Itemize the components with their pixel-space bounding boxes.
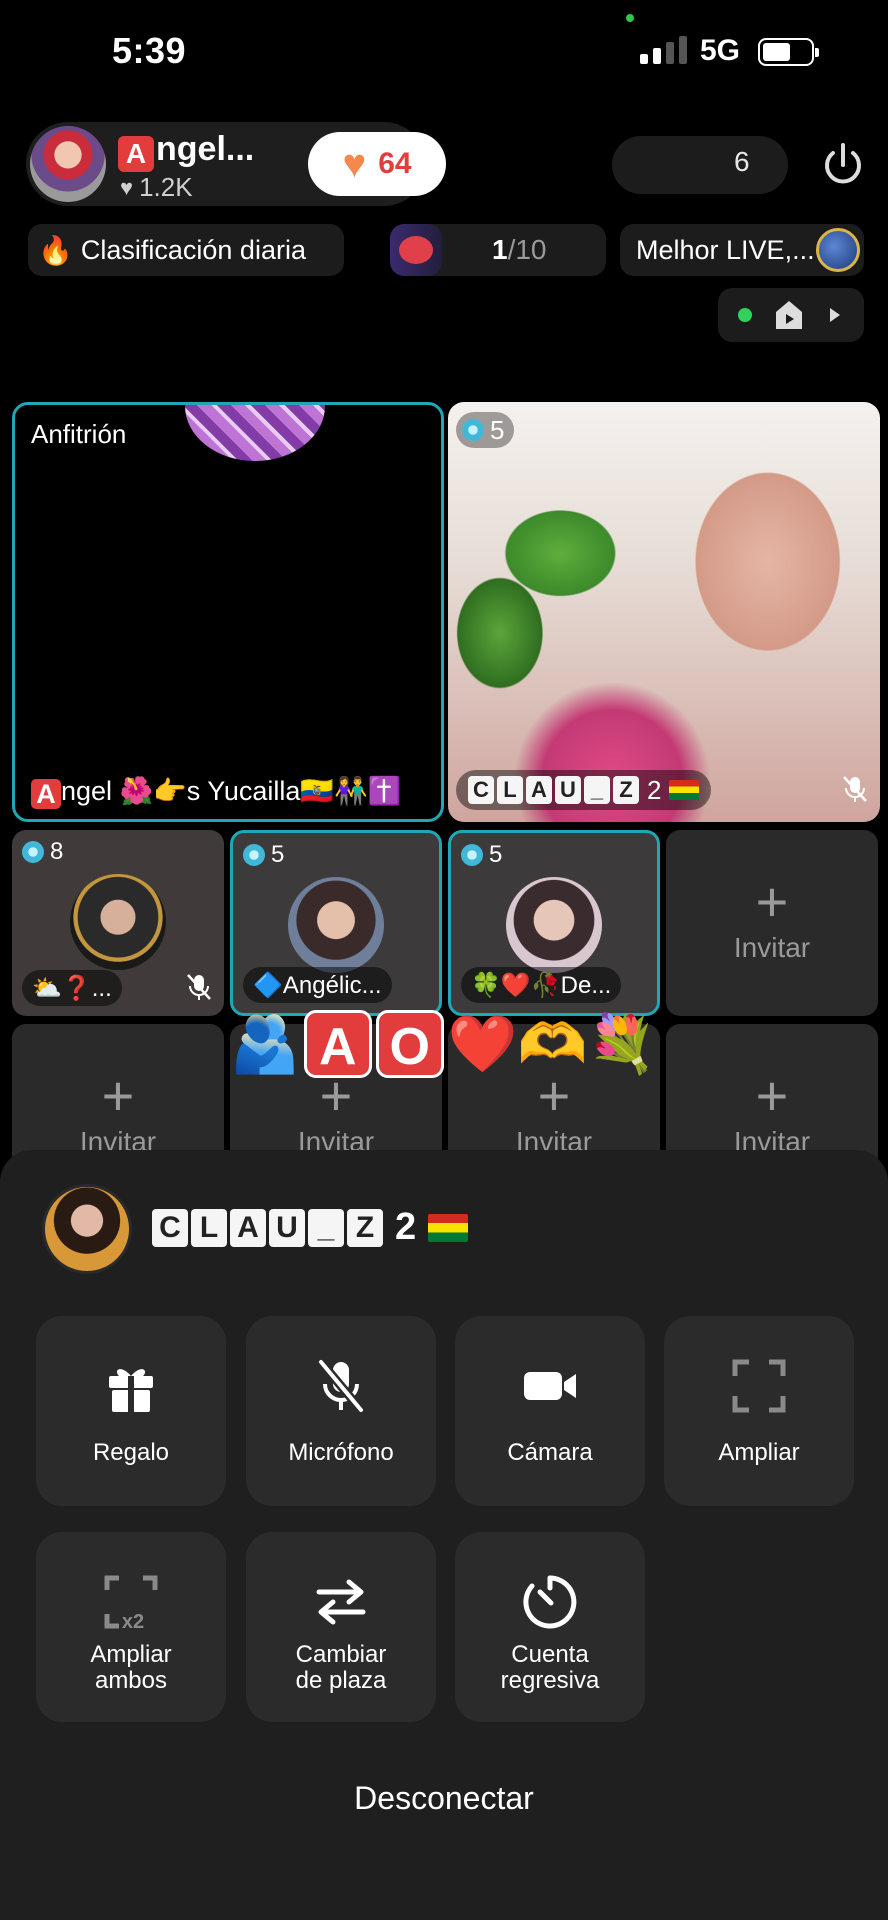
- fan-heart-icon: ♥: [342, 142, 367, 186]
- bolivia-flag-icon: [428, 1213, 469, 1242]
- seat-name: 🔷Angélic...: [243, 967, 392, 1003]
- best-live-label: Melhor LIVE,...: [636, 234, 815, 265]
- countdown-button[interactable]: Cuenta regresiva: [455, 1532, 645, 1722]
- host-likes-count: 1.2K: [139, 172, 193, 202]
- host-tile-caption: Angel 🌺👉s Yucailla🇪🇨👫✝️: [31, 775, 401, 809]
- sheet-user-letters: C L A U _ Z: [152, 1208, 383, 1247]
- seat-name: 🍀❤️🥀De...: [461, 967, 622, 1003]
- seat-level-badge: 5: [461, 841, 502, 869]
- invite-label: Invitar: [733, 932, 811, 963]
- action-label: Cambiar de plaza: [295, 1641, 387, 1694]
- goal-icon: [390, 224, 442, 276]
- mic-off-icon: [317, 1359, 365, 1413]
- plus-icon: +: [101, 1064, 135, 1127]
- status-time: 5:39: [112, 30, 187, 71]
- action-label: Regalo: [92, 1439, 170, 1466]
- mini-control-bar[interactable]: [718, 288, 864, 342]
- mic-off-icon: [187, 974, 211, 1000]
- heart-icon: ♥: [120, 174, 134, 200]
- letter-sticker: O: [375, 1010, 444, 1078]
- gift-icon: [109, 1369, 153, 1412]
- best-live-chip[interactable]: Melhor LIVE,...: [620, 224, 864, 276]
- network-type: 5G: [700, 34, 741, 67]
- gift-button[interactable]: Regalo: [36, 1316, 226, 1506]
- seat-level-badge: 5: [243, 841, 284, 869]
- camera-icon: [524, 1372, 576, 1400]
- host-avatar[interactable]: [30, 126, 106, 202]
- level-diamond-icon: [22, 841, 44, 863]
- host-tile-label: Anfitrión: [31, 419, 127, 449]
- host-video-tile[interactable]: Anfitrión Angel 🌺👉s Yucailla🇪🇨👫✝️: [12, 402, 444, 822]
- action-label: Cámara: [507, 1439, 593, 1466]
- sheet-user-avatar[interactable]: [42, 1184, 132, 1274]
- host-name-rest: ngel...: [156, 130, 255, 168]
- expand-x2-icon: x2: [104, 1575, 158, 1633]
- seat-avatar: [70, 874, 166, 970]
- host-name-initial: A: [118, 136, 154, 172]
- level-diamond-icon: [243, 844, 265, 866]
- host-name: Angel...: [118, 130, 254, 172]
- expand-button[interactable]: Ampliar: [664, 1316, 854, 1506]
- home-icon[interactable]: [774, 298, 804, 332]
- daily-ranking-chip[interactable]: 🔥 Clasificación diaria: [28, 224, 344, 276]
- guest-name-letters: C L A U _ Z: [468, 776, 639, 804]
- camera-indicator-dot: [626, 14, 634, 22]
- sheet-user-name: C L A U _ Z 2: [152, 1206, 469, 1249]
- swap-icon: [316, 1579, 366, 1625]
- action-label: Cuenta regresiva: [500, 1641, 600, 1694]
- guest-video-tile[interactable]: 5 C L A U _ Z 2: [448, 402, 880, 822]
- fan-club-button[interactable]: ♥ 64: [308, 132, 446, 196]
- host-likes: ♥ 1.2K: [120, 172, 193, 203]
- globe-icon: [816, 228, 860, 272]
- guest-seat-tile[interactable]: 5 🔷Angélic...: [230, 830, 442, 1016]
- power-icon[interactable]: [818, 140, 868, 190]
- camera-button[interactable]: Cámara: [455, 1316, 645, 1506]
- invite-seat[interactable]: + Invitar: [666, 830, 878, 1016]
- guest-level-badge: 5: [456, 412, 515, 448]
- guest-seat-tile[interactable]: 8 ⛅❓...: [12, 830, 224, 1016]
- action-label: Micrófono: [288, 1439, 394, 1466]
- mic-off-icon: [843, 776, 867, 802]
- seat-avatar: [288, 877, 384, 973]
- flame-icon: 🔥: [38, 234, 73, 266]
- letter-sticker: A: [303, 1010, 372, 1078]
- live-indicator-dot: [738, 308, 752, 322]
- signal-strength-icon: [640, 36, 687, 64]
- plus-icon: +: [755, 870, 789, 933]
- action-label: Ampliar: [718, 1439, 800, 1466]
- plus-icon: +: [755, 1064, 789, 1127]
- seat-name: ⛅❓...: [22, 970, 122, 1006]
- bolivia-flag-icon: [669, 780, 700, 800]
- swap-seat-button[interactable]: Cambiar de plaza: [246, 1532, 436, 1722]
- action-label: Ampliar ambos: [90, 1641, 172, 1694]
- level-diamond-icon: [461, 844, 483, 866]
- disconnect-button[interactable]: Desconectar: [0, 1780, 888, 1817]
- svg-text:x2: x2: [122, 1611, 144, 1633]
- goal-chip[interactable]: 1/10: [390, 224, 606, 276]
- goal-progress: 1/10: [492, 234, 547, 265]
- seat-avatar: [506, 877, 602, 973]
- host-info-pill[interactable]: Angel... ♥ 1.2K ♥ 64: [26, 122, 446, 206]
- disco-ball-effect: [185, 405, 325, 461]
- level-diamond-icon: [462, 419, 484, 441]
- fan-count: 64: [378, 147, 412, 180]
- play-arrow-icon[interactable]: [830, 308, 840, 322]
- expand-both-button[interactable]: x2 Ampliar ambos: [36, 1532, 226, 1722]
- battery-icon: [758, 38, 819, 66]
- guest-seat-tile[interactable]: 5 🍀❤️🥀De...: [448, 830, 660, 1016]
- status-bar: 5:39 5G: [0, 0, 888, 100]
- emoji-stickers: ❤️🫶💐: [447, 1012, 657, 1075]
- sticker-overlay: 🫂 A O ❤️🫶💐: [230, 1004, 657, 1084]
- guest-name-tag: C L A U _ Z 2: [456, 770, 712, 810]
- hug-emoji: 🫂: [230, 1012, 300, 1075]
- viewers-pill[interactable]: 13 4 6: [612, 136, 788, 1506]
- microphone-button[interactable]: Micrófono: [246, 1316, 436, 1506]
- expand-icon: [732, 1359, 786, 1413]
- viewer-count: 6: [734, 146, 750, 177]
- seat-level-badge: 8: [22, 838, 63, 866]
- timer-icon: [523, 1575, 577, 1629]
- daily-ranking-label: Clasificación diaria: [80, 234, 306, 265]
